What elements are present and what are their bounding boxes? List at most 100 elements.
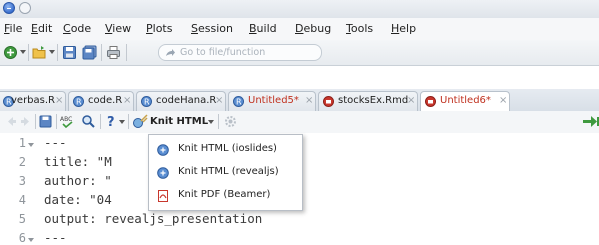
menu-plots[interactable]: Plots — [146, 22, 172, 35]
knit-dropdown-menu: Knit HTML (ioslides) Knit HTML (revealjs… — [148, 134, 303, 211]
toolbar-divider — [101, 44, 102, 61]
new-file-icon[interactable] — [3, 45, 18, 60]
tab-label: stocksEx.Rmd — [338, 95, 409, 106]
menu-item-label: Knit HTML (revealjs) — [178, 166, 279, 177]
tab-untitled5[interactable]: R Untitled5* × — [228, 91, 316, 111]
menubar: File Edit Code View Plots Session Build … — [0, 18, 599, 40]
window-close-icon[interactable] — [3, 2, 15, 14]
svg-text:ABC: ABC — [60, 116, 72, 123]
tab-close-icon[interactable]: × — [305, 95, 313, 106]
forward-arrow-icon[interactable] — [20, 116, 31, 127]
line-number: 2 — [18, 155, 26, 169]
tab-untitled6[interactable]: Untitled6* × — [420, 91, 510, 112]
tab-close-icon[interactable]: × — [407, 95, 415, 106]
tab-close-icon[interactable]: × — [499, 95, 507, 106]
rmd-file-icon — [425, 96, 436, 107]
toolbar-divider — [57, 44, 58, 61]
tab-label: code.R — [88, 95, 123, 106]
svg-text:R: R — [76, 98, 82, 107]
toolbar-divider — [28, 44, 29, 61]
spellcheck-icon[interactable]: ABC — [60, 114, 75, 129]
open-dropdown-icon[interactable] — [49, 50, 55, 54]
search-icon[interactable] — [81, 114, 96, 129]
editor-toolbar: ABC ? Knit HTML — [0, 111, 599, 134]
tab-close-icon[interactable]: × — [55, 95, 63, 106]
svg-text:?: ? — [107, 115, 115, 129]
knit-yarn-icon[interactable] — [132, 114, 148, 129]
menu-item-label: Knit HTML (ioslides) — [178, 143, 277, 154]
line-number: 5 — [18, 212, 26, 226]
svg-text:R: R — [236, 98, 242, 107]
tab-label: Untitled6* — [440, 95, 491, 106]
code-line: date: "04 — [44, 192, 112, 207]
code-line: author: " — [44, 173, 112, 188]
toolbar-divider — [35, 114, 36, 129]
knit-dropdown-icon[interactable] — [208, 120, 214, 124]
line-number: 3 — [18, 174, 26, 188]
r-file-icon: R — [233, 96, 244, 107]
toolbar-divider — [218, 114, 219, 129]
menu-item-label: Knit PDF (Beamer) — [178, 189, 271, 200]
tab-close-icon[interactable]: × — [215, 95, 223, 106]
code-line: output: revealjs_presentation — [44, 211, 263, 226]
open-folder-icon[interactable] — [32, 45, 47, 60]
toolbar-divider — [56, 114, 57, 129]
new-file-dropdown-icon[interactable] — [20, 50, 26, 54]
menu-tools[interactable]: Tools — [346, 22, 373, 35]
window-minimize-icon[interactable] — [19, 2, 31, 14]
line-number: 6 — [18, 231, 26, 245]
help-question-icon[interactable]: ? — [105, 114, 117, 129]
main-toolbar: Go to file/function — [0, 40, 599, 66]
save-icon[interactable] — [62, 45, 77, 60]
code-line: --- — [44, 135, 67, 150]
tab-verbas-r[interactable]: R verbas.R × — [0, 91, 66, 111]
line-number: 4 — [18, 193, 26, 207]
html-output-icon — [157, 144, 169, 156]
gear-icon[interactable] — [224, 115, 237, 128]
code-line: title: "M — [44, 154, 112, 169]
menu-debug[interactable]: Debug — [295, 22, 331, 35]
menu-edit[interactable]: Edit — [31, 22, 52, 35]
goto-placeholder: Go to file/function — [180, 47, 266, 58]
run-chunk-arrow-icon[interactable] — [583, 116, 599, 127]
knit-pdf-beamer-item[interactable]: Knit PDF (Beamer) — [149, 186, 302, 206]
knit-html-ioslides-item[interactable]: Knit HTML (ioslides) — [149, 140, 302, 160]
toolbar-divider — [128, 114, 129, 129]
source-tabbar: R verbas.R × R code.R × R codeHana.R × R… — [0, 89, 599, 112]
knit-html-button[interactable]: Knit HTML — [150, 116, 208, 127]
help-dropdown-icon[interactable] — [119, 120, 125, 124]
tab-label: Untitled5* — [248, 95, 299, 106]
toolbar-divider — [100, 114, 101, 129]
print-icon[interactable] — [106, 45, 121, 60]
save-all-icon[interactable] — [82, 45, 97, 60]
goto-file-function-input[interactable]: Go to file/function — [158, 44, 322, 61]
save-icon[interactable] — [39, 115, 52, 128]
tab-stocksex-rmd[interactable]: stocksEx.Rmd × — [318, 91, 418, 111]
menu-help[interactable]: Help — [391, 22, 416, 35]
menu-code[interactable]: Code — [63, 22, 91, 35]
r-file-icon: R — [141, 96, 152, 107]
toolbar-divider — [126, 44, 127, 61]
html-output-icon — [157, 167, 169, 179]
window-titlebar — [0, 0, 599, 18]
r-file-icon: R — [73, 96, 84, 107]
line-number: 1 — [18, 136, 26, 150]
tab-code-r[interactable]: R code.R × — [68, 91, 134, 111]
back-arrow-icon[interactable] — [6, 116, 17, 127]
knit-html-revealjs-item[interactable]: Knit HTML (revealjs) — [149, 163, 302, 183]
menu-view[interactable]: View — [105, 22, 131, 35]
tab-label: codeHana.R — [156, 95, 217, 106]
pdf-output-icon — [158, 190, 168, 202]
tab-close-icon[interactable]: × — [123, 95, 131, 106]
tab-codehana-r[interactable]: R codeHana.R × — [136, 91, 226, 111]
fold-toggle-icon[interactable] — [28, 143, 34, 147]
goto-arrow-icon — [166, 49, 175, 56]
rmd-file-icon — [323, 96, 334, 107]
fold-toggle-icon[interactable] — [28, 238, 34, 242]
svg-text:R: R — [144, 98, 150, 107]
menu-session[interactable]: Session — [191, 22, 233, 35]
code-line: --- — [44, 230, 67, 245]
tab-label: verbas.R — [11, 95, 55, 106]
menu-file[interactable]: File — [4, 22, 22, 35]
menu-build[interactable]: Build — [249, 22, 277, 35]
